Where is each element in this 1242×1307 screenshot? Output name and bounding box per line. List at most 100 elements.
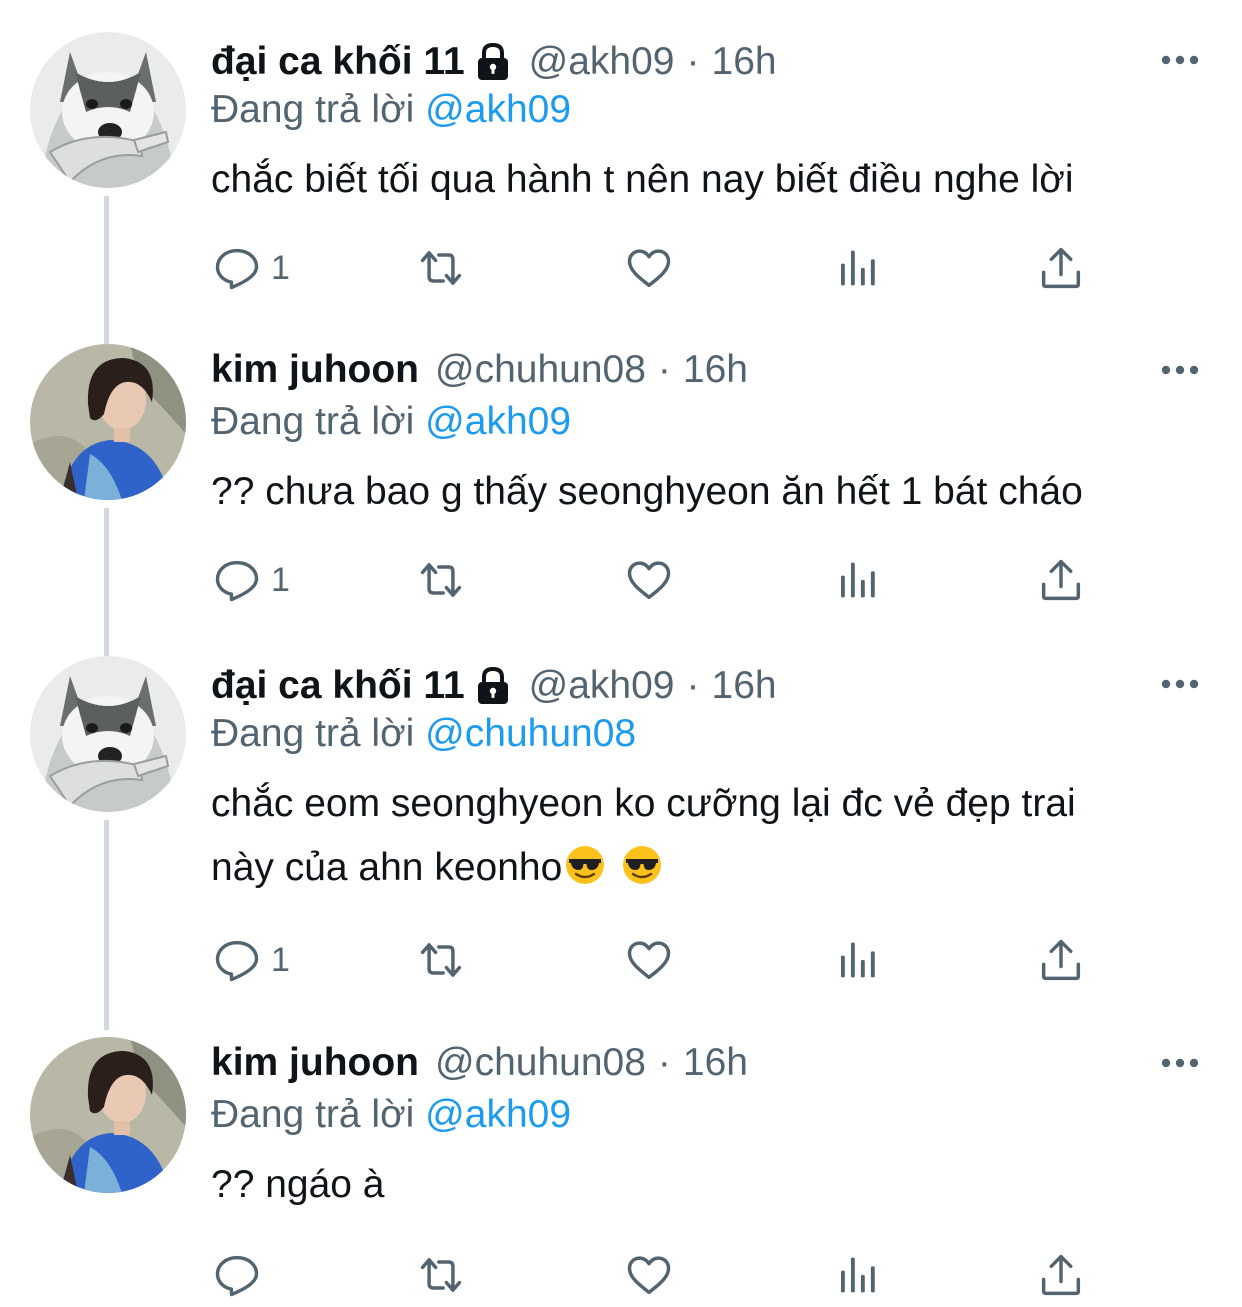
replying-label: Đang trả lời: [211, 88, 415, 131]
reply-button[interactable]: 1: [211, 550, 290, 610]
tweet-text: ?? chưa bao g thấy seonghyeon ăn hết 1 b…: [211, 460, 1211, 524]
views-button[interactable]: [831, 1245, 883, 1305]
display-name[interactable]: đại ca khối 11: [211, 660, 465, 712]
reply-button[interactable]: [211, 1245, 263, 1305]
user-handle[interactable]: @akh09: [529, 36, 675, 88]
reply-icon: [211, 1249, 263, 1301]
reply-thread: đại ca khối 11 @akh09 · 16h Đang trả lời…: [0, 0, 1242, 1307]
tweet[interactable]: kim juhoon @chuhun08 · 16h Đang trả lời …: [0, 312, 1242, 656]
mention-link[interactable]: @akh09: [425, 1093, 571, 1136]
thread-connector-line: [104, 820, 109, 1030]
retweet-button[interactable]: [415, 1245, 467, 1305]
retweet-button[interactable]: [415, 238, 467, 298]
sunglasses-emoji: [621, 844, 663, 886]
separator-dot: ·: [657, 1041, 671, 1084]
views-icon: [831, 554, 883, 606]
reply-icon: [211, 242, 263, 294]
display-name[interactable]: kim juhoon: [211, 1037, 419, 1089]
display-name[interactable]: kim juhoon: [211, 344, 419, 396]
lock-icon: [471, 42, 515, 82]
views-button[interactable]: [831, 238, 883, 298]
replying-to: Đang trả lời @chuhun08: [211, 709, 636, 759]
like-button[interactable]: [623, 238, 675, 298]
mention-link[interactable]: @akh09: [425, 88, 571, 131]
retweet-icon: [415, 1249, 467, 1301]
retweet-button[interactable]: [415, 550, 467, 610]
share-button[interactable]: [1035, 550, 1087, 610]
separator-dot: ·: [657, 348, 671, 391]
reply-button[interactable]: 1: [211, 930, 290, 990]
avatar[interactable]: [30, 344, 186, 500]
timestamp[interactable]: 16h: [712, 36, 777, 88]
more-icon[interactable]: [1158, 360, 1202, 380]
more-icon[interactable]: [1158, 1053, 1202, 1073]
reply-icon: [211, 554, 263, 606]
user-handle[interactable]: @chuhun08: [435, 1037, 646, 1089]
reply-icon: [211, 934, 263, 986]
share-button[interactable]: [1035, 930, 1087, 990]
like-icon: [623, 1249, 675, 1301]
retweet-icon: [415, 554, 467, 606]
tweet[interactable]: đại ca khối 11 @akh09 · 16h Đang trả lời…: [0, 0, 1242, 344]
replying-label: Đang trả lời: [211, 712, 415, 755]
tweet-header: đại ca khối 11 @akh09 · 16h: [211, 660, 777, 712]
views-icon: [831, 1249, 883, 1301]
tweet-text-line: này của ahn keonho: [211, 846, 563, 889]
views-button[interactable]: [831, 930, 883, 990]
sunglasses-emoji: [564, 844, 606, 886]
action-bar: 1: [211, 238, 1211, 298]
tweet-text: chắc eom seonghyeon ko cưỡng lại đc vẻ đ…: [211, 772, 1211, 900]
replying-to: Đang trả lời @akh09: [211, 85, 571, 135]
tweet[interactable]: kim juhoon @chuhun08 · 16h Đang trả lời …: [0, 1005, 1242, 1307]
lock-icon: [471, 666, 515, 706]
avatar[interactable]: [30, 656, 186, 812]
tweet-header: kim juhoon @chuhun08 · 16h: [211, 344, 748, 396]
views-button[interactable]: [831, 550, 883, 610]
like-button[interactable]: [623, 1245, 675, 1305]
share-icon: [1035, 242, 1087, 294]
tweet-text-content: chắc biết tối qua hành t nên nay biết đi…: [211, 158, 1074, 201]
like-icon: [623, 242, 675, 294]
timestamp[interactable]: 16h: [683, 344, 748, 396]
like-button[interactable]: [623, 930, 675, 990]
reply-count: 1: [271, 940, 290, 979]
like-icon: [623, 934, 675, 986]
action-bar: [211, 1245, 1211, 1305]
action-bar: 1: [211, 930, 1211, 990]
share-button[interactable]: [1035, 1245, 1087, 1305]
tweet-text-line-with-emoji: này của ahn keonho: [211, 836, 1211, 900]
retweet-icon: [415, 934, 467, 986]
display-name[interactable]: đại ca khối 11: [211, 36, 465, 88]
retweet-icon: [415, 242, 467, 294]
replying-label: Đang trả lời: [211, 400, 415, 443]
retweet-button[interactable]: [415, 930, 467, 990]
replying-label: Đang trả lời: [211, 1093, 415, 1136]
more-icon[interactable]: [1158, 50, 1202, 70]
more-icon[interactable]: [1158, 674, 1202, 694]
reply-button[interactable]: 1: [211, 238, 290, 298]
share-button[interactable]: [1035, 238, 1087, 298]
user-handle[interactable]: @chuhun08: [435, 344, 646, 396]
replying-to: Đang trả lời @akh09: [211, 1090, 571, 1140]
mention-link[interactable]: @akh09: [425, 400, 571, 443]
avatar[interactable]: [30, 32, 186, 188]
tweet-text-line: chắc eom seonghyeon ko cưỡng lại đc vẻ đ…: [211, 782, 1076, 825]
like-icon: [623, 554, 675, 606]
tweet-text-content: ?? ngáo à: [211, 1163, 385, 1206]
timestamp[interactable]: 16h: [712, 660, 777, 712]
avatar[interactable]: [30, 1037, 186, 1193]
tweet-text: ?? ngáo à: [211, 1153, 1211, 1217]
tweet[interactable]: đại ca khối 11 @akh09 · 16h Đang trả lời…: [0, 624, 1242, 1030]
reply-count: 1: [271, 560, 290, 599]
mention-link[interactable]: @chuhun08: [425, 712, 636, 755]
user-handle[interactable]: @akh09: [529, 660, 675, 712]
views-icon: [831, 934, 883, 986]
tweet-header: đại ca khối 11 @akh09 · 16h: [211, 36, 777, 88]
separator-dot: ·: [686, 40, 700, 83]
tweet-text-content: ?? chưa bao g thấy seonghyeon ăn hết 1 b…: [211, 470, 1083, 513]
like-button[interactable]: [623, 550, 675, 610]
share-icon: [1035, 554, 1087, 606]
tweet-header: kim juhoon @chuhun08 · 16h: [211, 1037, 748, 1089]
timestamp[interactable]: 16h: [683, 1037, 748, 1089]
share-icon: [1035, 934, 1087, 986]
